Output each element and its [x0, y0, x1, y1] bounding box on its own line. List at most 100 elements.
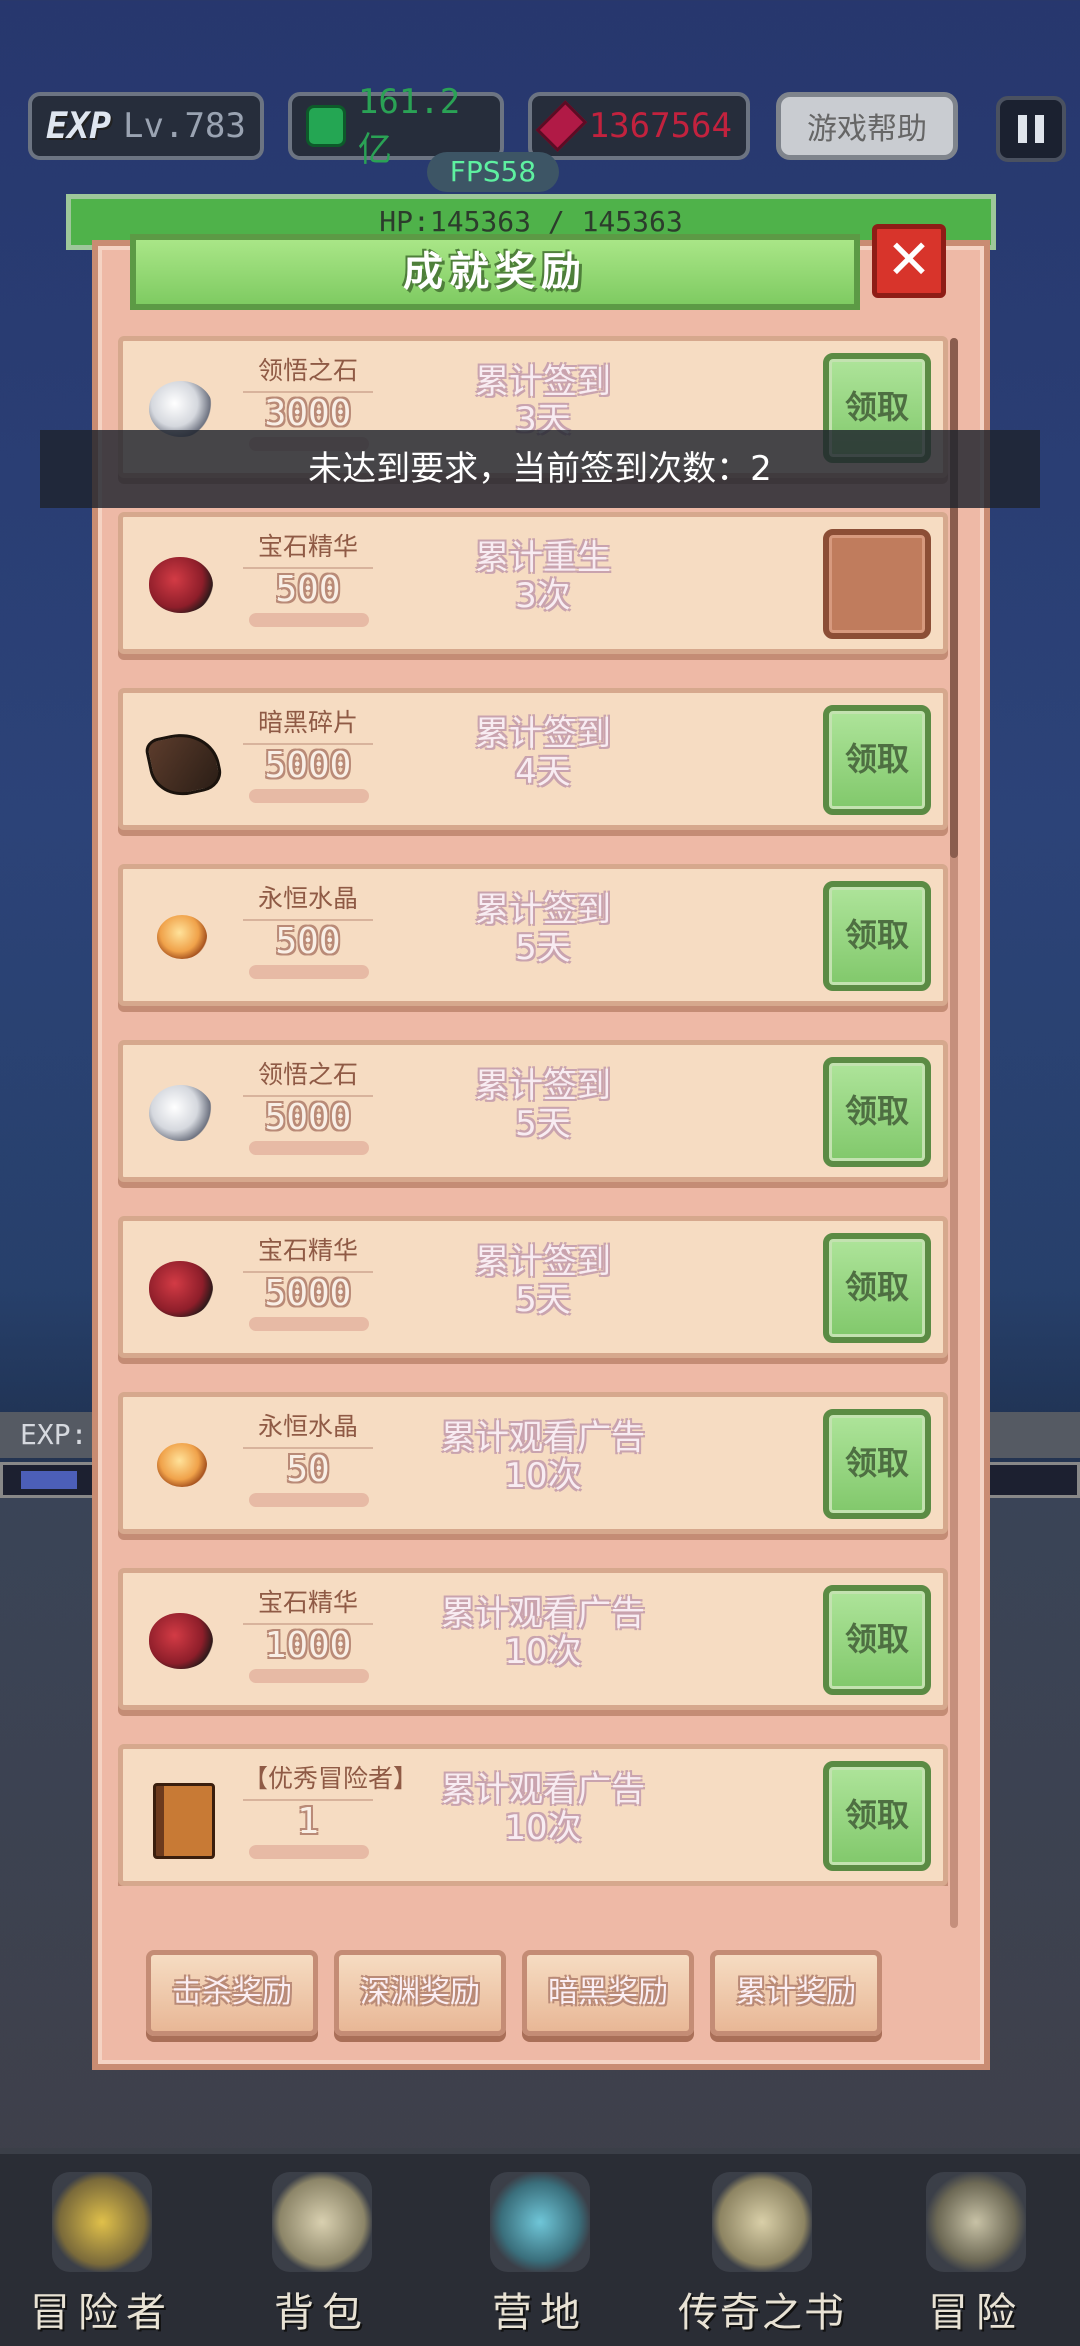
nav-label: 冒险者 — [30, 2290, 174, 2336]
reward-list: 领悟之石 3000 累计签到 3天 领取 宝石精华 500 累计重生 3次 暗黑碎片 5000 累计签… — [118, 336, 948, 1886]
pause-icon-bar — [1018, 115, 1027, 143]
toast-message: 未达到要求，当前签到次数：2 — [40, 430, 1040, 508]
condition-line-1: 累计观看广告 — [441, 1418, 645, 1458]
sword-icon — [926, 2172, 1026, 2272]
stone-icon — [149, 1085, 213, 1141]
nav-adventure[interactable]: 冒险 — [876, 2172, 1076, 2338]
reward-name: 永恒水晶 — [243, 879, 373, 921]
red-currency-display: 1367564 — [528, 92, 750, 160]
reward-condition: 累计观看广告 10次 — [423, 1595, 663, 1671]
reward-name: 领悟之石 — [243, 1055, 373, 1097]
reward-name: 宝石精华 — [243, 1583, 373, 1625]
reward-quantity: 5000 — [264, 745, 352, 786]
reward-card: 宝石精华 5000 累计签到 5天 领取 — [118, 1216, 948, 1358]
condition-line-2: 5天 — [515, 1280, 571, 1320]
quantity-underline — [249, 1845, 369, 1859]
reward-card: 【优秀冒险者】 1 累计观看广告 10次 领取 — [118, 1744, 948, 1886]
reward-card: 永恒水晶 500 累计签到 5天 领取 — [118, 864, 948, 1006]
exp-level-display: EXP Lv.783 — [28, 92, 264, 160]
nav-label: 营地 — [492, 2290, 588, 2336]
close-button[interactable]: ✕ — [872, 224, 946, 298]
reward-quantity: 1 — [297, 1801, 319, 1842]
reward-condition: 累计签到 5天 — [423, 891, 663, 967]
condition-line-2: 5天 — [515, 1104, 571, 1144]
tab-kill-reward[interactable]: 击杀奖励 — [146, 1950, 318, 2036]
claim-button[interactable]: 领取 — [823, 1585, 931, 1695]
reward-name: 宝石精华 — [243, 527, 373, 569]
backpack-icon — [272, 2172, 372, 2272]
book-icon — [153, 1783, 215, 1859]
condition-line-1: 累计签到 — [475, 714, 611, 754]
pause-icon-bar — [1035, 115, 1044, 143]
condition-line-1: 累计签到 — [475, 362, 611, 402]
pause-button[interactable] — [996, 96, 1066, 162]
quantity-underline — [249, 1493, 369, 1507]
reward-card: 宝石精华 1000 累计观看广告 10次 领取 — [118, 1568, 948, 1710]
claim-button-locked[interactable] — [823, 529, 931, 639]
reward-name: 暗黑碎片 — [243, 703, 373, 745]
quantity-underline — [249, 613, 369, 627]
tab-dark-reward[interactable]: 暗黑奖励 — [522, 1950, 694, 2036]
reward-quantity: 500 — [275, 921, 341, 962]
reward-quantity: 5000 — [264, 1097, 352, 1138]
condition-line-1: 累计签到 — [475, 1242, 611, 1282]
reward-name: 【优秀冒险者】 — [243, 1759, 418, 1801]
crystal-icon — [157, 1443, 207, 1487]
condition-line-2: 5天 — [515, 928, 571, 968]
scrollbar-thumb[interactable] — [950, 338, 958, 858]
reward-condition: 累计签到 4天 — [423, 715, 663, 791]
condition-line-2: 10次 — [504, 1632, 582, 1672]
reward-quantity: 5000 — [264, 1273, 352, 1314]
nav-label: 背包 — [274, 2290, 370, 2336]
condition-line-1: 累计观看广告 — [441, 1770, 645, 1810]
game-help-button[interactable]: 游戏帮助 — [776, 92, 958, 160]
bottom-nav: 冒险者 背包 营地 传奇之书 冒险 — [0, 2148, 1080, 2346]
claim-button[interactable]: 领取 — [823, 881, 931, 991]
claim-button[interactable]: 领取 — [823, 1057, 931, 1167]
gem-essence-icon — [149, 557, 213, 613]
gem-essence-icon — [149, 1613, 213, 1669]
nav-adventurer[interactable]: 冒险者 — [2, 2172, 202, 2338]
reward-card: 领悟之石 5000 累计签到 5天 领取 — [118, 1040, 948, 1182]
nav-camp[interactable]: 营地 — [440, 2172, 640, 2338]
tab-cumulative-reward[interactable]: 累计奖励 — [710, 1950, 882, 2036]
exp-progress-fill — [21, 1471, 77, 1489]
condition-line-2: 3次 — [515, 576, 571, 616]
reward-tabs: 击杀奖励 深渊奖励 暗黑奖励 累计奖励 — [146, 1950, 886, 2040]
legend-book-icon — [712, 2172, 812, 2272]
nav-legend-book[interactable]: 传奇之书 — [662, 2172, 862, 2338]
quantity-underline — [249, 1317, 369, 1331]
claim-button[interactable]: 领取 — [823, 1409, 931, 1519]
claim-button[interactable]: 领取 — [823, 1233, 931, 1343]
reward-quantity: 50 — [286, 1449, 330, 1490]
reward-card: 永恒水晶 50 累计观看广告 10次 领取 — [118, 1392, 948, 1534]
fps-counter: FPS58 — [427, 152, 559, 192]
reward-quantity: 1000 — [264, 1625, 352, 1666]
condition-line-1: 累计签到 — [475, 1066, 611, 1106]
reward-condition: 累计签到 5天 — [423, 1067, 663, 1143]
reward-condition: 累计观看广告 10次 — [423, 1419, 663, 1495]
adventurer-icon — [52, 2172, 152, 2272]
condition-line-2: 4天 — [515, 752, 571, 792]
green-currency-display: 161.2亿 — [288, 82, 504, 170]
claim-button[interactable]: 领取 — [823, 1761, 931, 1871]
reward-name: 宝石精华 — [243, 1231, 373, 1273]
reward-card: 暗黑碎片 5000 累计签到 4天 领取 — [118, 688, 948, 830]
condition-line-2: 10次 — [504, 1456, 582, 1496]
dialog-title: 成就奖励 — [130, 234, 860, 310]
dark-shard-icon — [143, 726, 225, 802]
tab-abyss-reward[interactable]: 深渊奖励 — [334, 1950, 506, 2036]
claim-button[interactable]: 领取 — [823, 705, 931, 815]
crystal-icon — [157, 915, 207, 959]
reward-card: 宝石精华 500 累计重生 3次 — [118, 512, 948, 654]
nav-label: 传奇之书 — [678, 2290, 846, 2336]
nav-label: 冒险 — [928, 2290, 1024, 2336]
condition-line-1: 累计观看广告 — [441, 1594, 645, 1634]
stone-icon — [149, 381, 213, 437]
level-text: Lv.783 — [123, 106, 246, 146]
nav-backpack[interactable]: 背包 — [222, 2172, 422, 2338]
exp-badge: EXP — [46, 105, 112, 147]
reward-name: 永恒水晶 — [243, 1407, 373, 1449]
gem-essence-icon — [149, 1261, 213, 1317]
quantity-underline — [249, 789, 369, 803]
